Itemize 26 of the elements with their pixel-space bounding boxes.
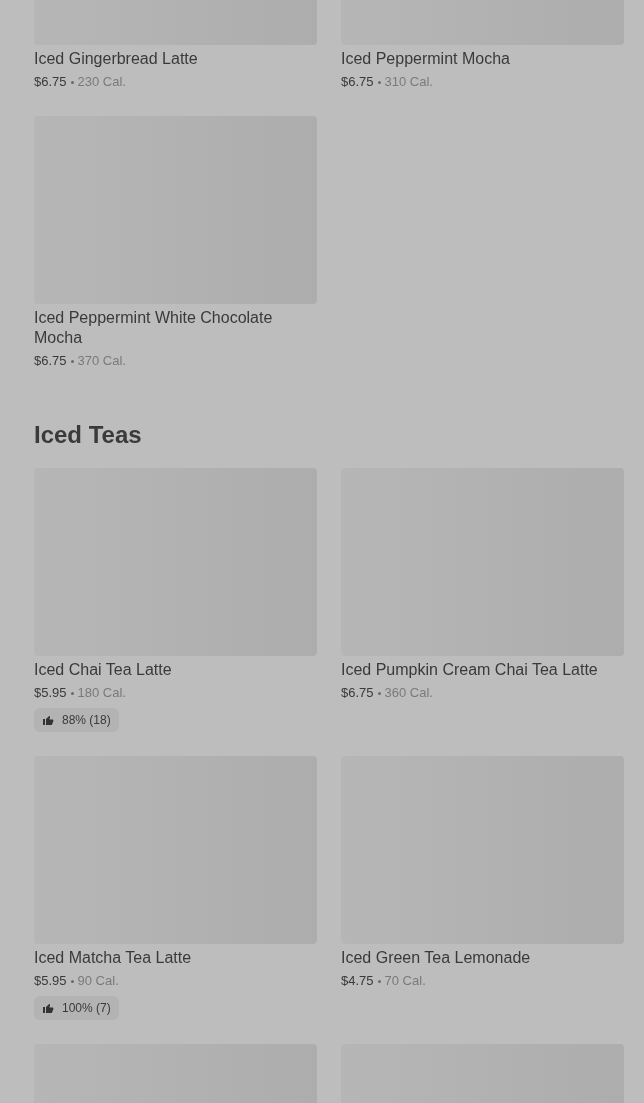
thumbs-up-icon: [42, 1002, 54, 1014]
item-calories: 370 Cal.: [77, 352, 126, 370]
item-price: $6.75: [341, 73, 374, 91]
item-name: Iced Peppermint Mocha: [341, 49, 511, 69]
item-calories: 230 Cal.: [77, 73, 126, 91]
item-name: Iced Chai Tea Latte: [34, 660, 173, 680]
item-price: $4.75: [341, 972, 374, 990]
item-calories: 310 Cal.: [384, 73, 433, 91]
item-name: Iced Matcha Tea Latte: [34, 948, 193, 968]
item-calories: 180 Cal.: [77, 684, 126, 702]
item-price: $5.95: [34, 972, 67, 990]
item-name: Iced Gingerbread Latte: [34, 49, 199, 69]
item-name: Iced Pumpkin Cream Chai Tea Latte: [341, 660, 599, 680]
item-calories: 70 Cal.: [384, 972, 426, 990]
thumbs-up-icon: [42, 714, 54, 726]
rating-text: 88% (18): [62, 712, 111, 729]
item-price: $6.75: [34, 352, 67, 370]
item-name: Iced Green Tea Lemonade: [341, 948, 532, 968]
section-heading: Iced Teas: [34, 420, 143, 450]
item-price: $6.75: [341, 684, 374, 702]
item-price: $6.75: [34, 73, 67, 91]
item-calories: 360 Cal.: [384, 684, 433, 702]
item-calories: 90 Cal.: [77, 972, 119, 990]
rating-text: 100% (7): [62, 1000, 111, 1017]
item-price: $5.95: [34, 684, 67, 702]
item-name: Iced Peppermint White Chocolate Mocha: [34, 308, 274, 348]
